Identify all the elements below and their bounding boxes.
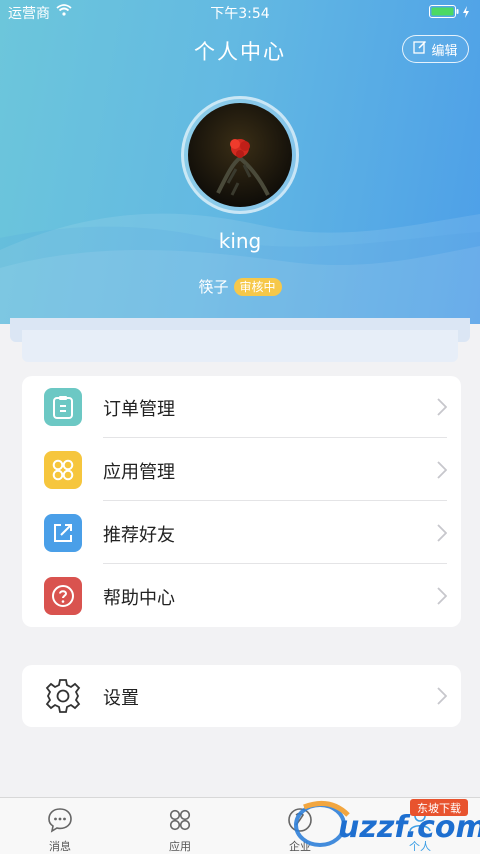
card-shadow	[22, 330, 458, 362]
apps-icon	[44, 451, 82, 489]
tab-messages[interactable]: 消息	[0, 798, 120, 854]
tab-label: 应用	[169, 840, 191, 853]
message-icon	[47, 806, 73, 834]
menu-item-label: 帮助中心	[103, 588, 175, 609]
avatar[interactable]	[188, 103, 292, 207]
svg-text:东坡下载: 东坡下载	[417, 802, 461, 815]
divider	[103, 437, 447, 438]
battery-icon	[429, 5, 470, 18]
chevron-right-icon	[437, 398, 448, 420]
menu-item-label: 推荐好友	[103, 525, 175, 546]
status-time: 下午3:54	[210, 6, 270, 22]
menu-item-apps[interactable]: 应用管理	[22, 439, 461, 501]
edit-profile-button[interactable]: 编辑	[402, 35, 469, 63]
apps-icon	[168, 806, 192, 834]
edit-label: 编辑	[431, 43, 458, 59]
menu-item-label: 设置	[103, 688, 139, 709]
site-watermark: uzzf.com 东坡下载	[290, 793, 480, 854]
username: king	[218, 229, 262, 253]
share-icon	[44, 514, 82, 552]
chevron-right-icon	[437, 587, 448, 609]
settings-card: 设置	[22, 665, 461, 727]
menu-item-settings[interactable]: 设置	[22, 665, 461, 727]
chevron-right-icon	[437, 687, 448, 709]
divider	[103, 500, 447, 501]
profile-header: 运营商 下午3:54 个人中心 编辑 king 筷子 审核中	[0, 0, 480, 324]
profile-subline: 筷子 审核中	[0, 276, 480, 297]
menu-card: 订单管理 应用管理 推荐好友 帮助中心	[22, 376, 461, 627]
menu-item-label: 应用管理	[103, 462, 175, 483]
divider	[103, 563, 447, 564]
status-bar: 运营商 下午3:54	[0, 0, 480, 24]
menu-item-help[interactable]: 帮助中心	[22, 565, 461, 627]
menu-item-orders[interactable]: 订单管理	[22, 376, 461, 438]
status-badge: 审核中	[233, 277, 282, 296]
menu-item-label: 订单管理	[103, 399, 175, 420]
edit-icon	[413, 40, 427, 58]
order-icon	[44, 388, 82, 426]
gear-icon	[44, 677, 82, 715]
tab-apps[interactable]: 应用	[120, 798, 240, 854]
tab-label: 消息	[49, 840, 71, 853]
help-icon	[44, 577, 82, 615]
chevron-right-icon	[437, 524, 448, 546]
menu-item-recommend[interactable]: 推荐好友	[22, 502, 461, 564]
profile-subtitle: 筷子	[198, 278, 229, 296]
chevron-right-icon	[437, 461, 448, 483]
